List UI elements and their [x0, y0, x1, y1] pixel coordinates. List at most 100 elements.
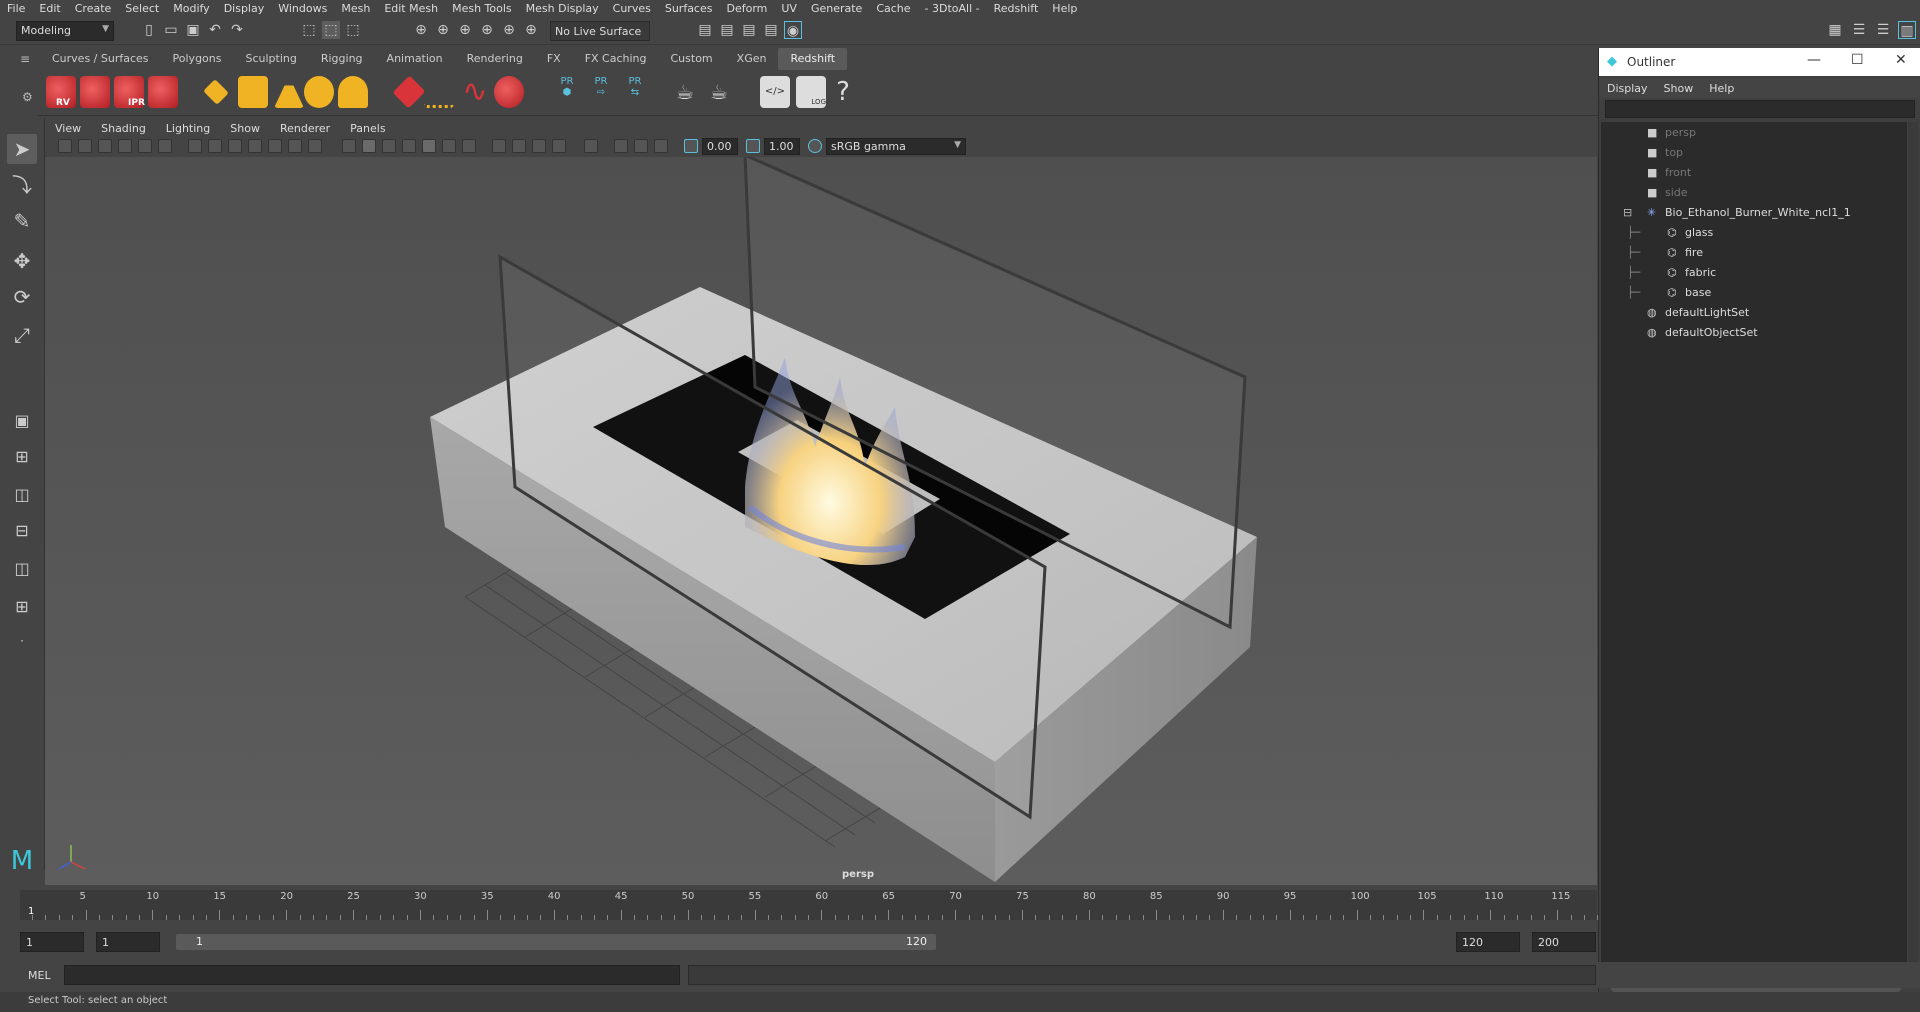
panel-menu-shading[interactable]: Shading: [91, 122, 156, 135]
shelf-settings-icon[interactable]: ⚙: [22, 90, 33, 104]
default-material-icon[interactable]: [382, 139, 396, 153]
shelf-tab-redshift[interactable]: Redshift: [778, 48, 848, 70]
menu-surfaces[interactable]: Surfaces: [658, 2, 720, 15]
menu-windows[interactable]: Windows: [271, 2, 334, 15]
xray-joints-icon[interactable]: [634, 139, 648, 153]
hypershade-icon[interactable]: ▤: [762, 21, 780, 39]
wireframe-on-shaded-icon[interactable]: [402, 139, 416, 153]
teapot-alt-icon[interactable]: ☕: [704, 76, 734, 108]
gate-mask-icon[interactable]: [248, 139, 262, 153]
exposure-toggle-icon[interactable]: [684, 139, 698, 153]
safe-action-icon[interactable]: [288, 139, 302, 153]
script-editor-icon[interactable]: </>: [760, 76, 790, 108]
menu-mesh[interactable]: Mesh: [334, 2, 377, 15]
open-scene-icon[interactable]: ▭: [162, 21, 180, 39]
four-view-layout-icon[interactable]: ⊞: [7, 442, 37, 472]
panel-menu-show[interactable]: Show: [220, 122, 270, 135]
menu-file[interactable]: File: [0, 2, 32, 15]
panel-menu-renderer[interactable]: Renderer: [270, 122, 340, 135]
render-options-icon[interactable]: [148, 76, 178, 108]
render-settings-icon[interactable]: ▤: [740, 21, 758, 39]
lasso-tool-icon[interactable]: ⤵: [7, 170, 37, 200]
shelf-tab-rendering[interactable]: Rendering: [455, 48, 535, 70]
pr-swap-icon[interactable]: PR ⇆: [620, 76, 650, 108]
shelf-tab-polygons[interactable]: Polygons: [161, 48, 234, 70]
mel-label[interactable]: MEL: [28, 969, 51, 982]
layout-more-icon[interactable]: ·: [7, 626, 37, 656]
teapot-icon[interactable]: ☕: [670, 76, 700, 108]
channel-box-icon[interactable]: ▥: [1898, 21, 1916, 39]
anti-aliasing-icon[interactable]: [532, 139, 546, 153]
film-gate-icon[interactable]: [208, 139, 222, 153]
scene-end-field[interactable]: 200: [1532, 932, 1596, 952]
outliner-item-defaultlightset[interactable]: ◍ defaultLightSet: [1601, 304, 1901, 322]
save-scene-icon[interactable]: ▣: [184, 21, 202, 39]
rs-sun-sky-icon[interactable]: [338, 76, 368, 108]
rs-volume-icon[interactable]: [424, 76, 454, 108]
ipr-render-icon[interactable]: ▤: [718, 21, 736, 39]
menu-redshift[interactable]: Redshift: [987, 2, 1046, 15]
persp-graph-layout-icon[interactable]: ⊟: [7, 516, 37, 546]
textured-icon[interactable]: [422, 139, 436, 153]
mel-input[interactable]: [64, 965, 680, 985]
persp-outliner-layout-icon[interactable]: ◫: [7, 554, 37, 584]
menu-cache[interactable]: Cache: [869, 2, 917, 15]
help-icon[interactable]: ?: [828, 76, 858, 108]
snap-curve-icon[interactable]: ⊕: [434, 21, 452, 39]
select-component-icon[interactable]: ⬚: [344, 21, 362, 39]
color-management-icon[interactable]: [808, 139, 822, 153]
snap-view-icon[interactable]: ⊕: [478, 21, 496, 39]
scene-start-field[interactable]: 1: [20, 932, 84, 952]
rs-dome-light-icon[interactable]: [304, 76, 334, 108]
snap-grid-icon[interactable]: ⊕: [412, 21, 430, 39]
snap-surface-icon[interactable]: ⊕: [500, 21, 518, 39]
shelf-tab-fx-caching[interactable]: FX Caching: [573, 48, 659, 70]
depth-of-field-icon[interactable]: [552, 139, 566, 153]
outliner-scrollbar[interactable]: [1908, 122, 1918, 982]
outliner-item-front[interactable]: ■ front: [1601, 164, 1901, 182]
attribute-editor-icon[interactable]: ☰: [1850, 21, 1868, 39]
gamma-field[interactable]: 1.00: [764, 138, 800, 155]
close-icon[interactable]: ✕: [1895, 52, 1907, 68]
modeling-toolkit-icon[interactable]: ▦: [1826, 21, 1844, 39]
paint-select-tool-icon[interactable]: ✎: [7, 206, 37, 236]
outliner-item-defaultobjectset[interactable]: ◍ defaultObjectSet: [1601, 324, 1901, 342]
grease-pencil-icon[interactable]: [158, 139, 172, 153]
field-chart-icon[interactable]: [268, 139, 282, 153]
select-hierarchy-icon[interactable]: ⬚: [300, 21, 318, 39]
camera-attr-icon[interactable]: [78, 139, 92, 153]
outliner-menu-display[interactable]: Display: [1599, 82, 1656, 95]
safe-title-icon[interactable]: [308, 139, 322, 153]
playback-end-field[interactable]: 120: [1456, 932, 1520, 952]
range-slider[interactable]: 1 120: [176, 934, 936, 950]
panel-menu-view[interactable]: View: [45, 122, 91, 135]
menu-curves[interactable]: Curves: [606, 2, 658, 15]
smooth-shade-icon[interactable]: [362, 139, 376, 153]
exposure-field[interactable]: 0.00: [702, 138, 738, 155]
render-view-icon[interactable]: ◉: [784, 21, 802, 39]
rs-material-icon[interactable]: [494, 76, 524, 108]
perspective-viewport[interactable]: persp: [45, 157, 1597, 885]
menu-generate[interactable]: Generate: [804, 2, 869, 15]
menu-edit[interactable]: Edit: [32, 2, 67, 15]
menu-select[interactable]: Select: [118, 2, 166, 15]
snap-point-icon[interactable]: ⊕: [456, 21, 474, 39]
new-scene-icon[interactable]: ▯: [140, 21, 158, 39]
wireframe-icon[interactable]: [342, 139, 356, 153]
outliner-item-side[interactable]: ■ side: [1601, 184, 1901, 202]
xray-components-icon[interactable]: [654, 139, 668, 153]
shelf-tab-fx[interactable]: FX: [535, 48, 573, 70]
pr-cube-icon[interactable]: PR ⬢: [552, 76, 582, 108]
resolution-gate-icon[interactable]: [228, 139, 242, 153]
grid-toggle-icon[interactable]: [188, 139, 202, 153]
snap-pivot-icon[interactable]: ⊕: [522, 21, 540, 39]
shelf-tab-curves-surfaces[interactable]: Curves / Surfaces: [40, 48, 161, 70]
menu-modify[interactable]: Modify: [166, 2, 216, 15]
menu-edit-mesh[interactable]: Edit Mesh: [377, 2, 445, 15]
outliner-item-base[interactable]: ├─ ⌬ base: [1601, 284, 1901, 302]
log-icon[interactable]: LOG: [796, 76, 826, 108]
menu-help[interactable]: Help: [1045, 2, 1084, 15]
move-tool-icon[interactable]: ✥: [7, 246, 37, 276]
menu-mesh-tools[interactable]: Mesh Tools: [445, 2, 519, 15]
use-all-lights-icon[interactable]: [442, 139, 456, 153]
